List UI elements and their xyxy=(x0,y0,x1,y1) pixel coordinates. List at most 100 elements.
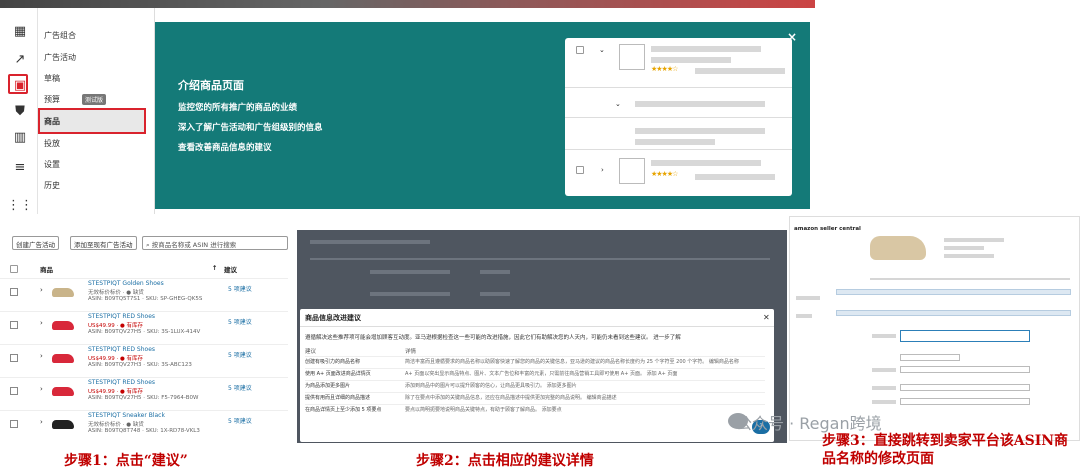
dialog-intro: 遵循解决这些推荐项可能会增加顾客互动度。亚马逊根据检查这一些可能的改进措施，因此… xyxy=(305,335,681,341)
list-icon[interactable]: ≡ xyxy=(11,158,29,176)
placeholder-bar xyxy=(651,46,761,52)
seller-central-edit-page xyxy=(789,216,1080,441)
column-header-suggestion[interactable]: 建议 xyxy=(224,264,237,274)
product-asin: ASIN: B09TQV27H5 · SKU: F5-7964-B0W xyxy=(88,395,199,401)
product-name-field[interactable] xyxy=(900,330,1030,342)
chevron-down-icon: ⌄ xyxy=(599,46,605,54)
banner-line: 深入了解广告活动和广告组级别的信息 xyxy=(178,123,323,133)
suggestion-row[interactable]: 创建有吸引力的商品名称 简洁丰富而且遵循要求的商品名称以助顾客快速了解您的商品的关… xyxy=(305,356,765,365)
shield-icon[interactable]: ⛊ xyxy=(11,102,29,120)
add-to-campaign-button[interactable]: 添加至现有广告活动 xyxy=(70,236,137,250)
column-header-suggestion: 建议 xyxy=(305,349,317,355)
row-checkbox[interactable] xyxy=(10,354,18,362)
suggestion-name: 在商品详情页上至少添加 5 项要点 xyxy=(305,407,382,413)
suggestion-link[interactable]: 5 项建议 xyxy=(228,317,252,326)
chevron-right-icon[interactable]: › xyxy=(40,418,43,426)
placeholder-bar xyxy=(480,270,510,274)
product-asin: ASIN: B09TQ5T7S1 · SKU: SP-GHEG-QK5S xyxy=(88,296,203,302)
row-checkbox[interactable] xyxy=(10,387,18,395)
product-title[interactable]: STESTPIQT RED Shoes xyxy=(88,379,155,386)
product-thumbnail xyxy=(52,420,74,429)
product-title[interactable]: STESTPIQT RED Shoes xyxy=(88,346,155,353)
suggestion-link[interactable]: 5 项建议 xyxy=(228,383,252,392)
suggestion-detail: 除了在要点中添加的关键商品信息，还应在商品描述中提供更加完整的商品说明。 编辑商… xyxy=(405,395,617,401)
placeholder-bar xyxy=(796,296,820,300)
suggestion-row[interactable]: 为商品添加更多图片 添加到商品中的图片可以提升顾客的信心，让商品更具吸引力。 添加… xyxy=(305,380,765,389)
placeholder-bar xyxy=(651,160,761,166)
illustration-row xyxy=(565,120,792,150)
product-thumbnail xyxy=(52,321,74,330)
placeholder-bar xyxy=(695,68,785,74)
nav-item-history[interactable]: 历史 xyxy=(44,180,144,191)
dialog-title: 商品信息改进建议 xyxy=(305,314,361,322)
row-checkbox[interactable] xyxy=(10,288,18,296)
product-title[interactable]: STESTPIQT Sneaker Black xyxy=(88,412,165,419)
row-checkbox[interactable] xyxy=(10,321,18,329)
trend-icon[interactable]: ↗ xyxy=(11,50,29,68)
column-header-product[interactable]: 商品 xyxy=(40,264,53,274)
placeholder-bar xyxy=(635,101,765,107)
placeholder-bar xyxy=(796,314,812,318)
nav-item-portfolios[interactable]: 广告组合 xyxy=(44,30,144,41)
rating-stars: ★★★★☆ xyxy=(651,65,678,73)
suggestion-name: 为商品添加更多图片 xyxy=(305,383,351,389)
suggestion-row[interactable]: 使用 A+ 页面改进商品详情页 A+ 页面以突出显示商品特点、图片、文本广告位和丰… xyxy=(305,368,765,377)
text-field[interactable] xyxy=(900,366,1030,373)
chevron-right-icon[interactable]: › xyxy=(40,286,43,294)
text-field[interactable] xyxy=(900,384,1030,391)
product-status: US$49.99 · ● 有库存 xyxy=(88,389,144,395)
close-icon[interactable]: ✕ xyxy=(763,313,770,322)
illustration-row: ⌄ ★★★★☆ xyxy=(565,38,792,88)
divider xyxy=(300,326,774,327)
nav-item-settings[interactable]: 设置 xyxy=(44,159,144,170)
suggestion-row[interactable]: 提供有用而且详细的商品描述 除了在要点中添加的关键商品信息，还应在商品描述中提供更… xyxy=(305,392,765,401)
suggestion-row[interactable]: 在商品详情页上至少添加 5 项要点 要点以简明扼要地说明商品关键特点，有助于顾客了… xyxy=(305,404,765,413)
field-label xyxy=(872,400,896,404)
suggestion-detail: 添加到商品中的图片可以提升顾客的信心，让商品更具吸引力。 添加更多图片 xyxy=(405,383,577,389)
suggestion-link[interactable]: 5 项建议 xyxy=(228,284,252,293)
tab-bar[interactable] xyxy=(870,278,1070,280)
product-thumbnail xyxy=(52,354,74,363)
select-all-checkbox[interactable] xyxy=(10,265,18,273)
nav-item-products[interactable]: 商品 xyxy=(44,116,144,127)
sort-arrow-icon[interactable]: ↑ xyxy=(212,264,217,272)
product-title[interactable]: STESTPIQT RED Shoes xyxy=(88,313,155,320)
nav-item-budgets[interactable]: 预算 测试版 xyxy=(44,94,144,105)
beta-badge: 测试版 xyxy=(82,94,107,105)
product-asin: ASIN: B09TQV27H5 · SKU: 3S-1LUX-414V xyxy=(88,329,201,335)
dashboard-icon[interactable]: ▦ xyxy=(11,22,29,40)
text-field[interactable] xyxy=(900,398,1030,405)
grid-icon[interactable]: ⋮⋮ xyxy=(7,196,33,214)
chevron-right-icon[interactable]: › xyxy=(40,319,43,327)
bar-chart-icon[interactable]: ▥ xyxy=(11,128,29,146)
search-input[interactable]: ⌕ 按商品名称或 ASIN 进行搜索 xyxy=(142,236,288,250)
row-checkbox[interactable] xyxy=(10,420,18,428)
banner-title: 介绍商品页面 xyxy=(178,79,244,92)
field-label xyxy=(872,386,896,390)
nav-item-campaigns[interactable]: 广告活动 xyxy=(44,52,144,63)
suggestion-detail: A+ 页面以突出显示商品特点、图片、文本广告位和丰富的元素，只需前往商品营销工具… xyxy=(405,371,678,377)
chevron-down-icon: ⌄ xyxy=(615,100,621,108)
nav-item-drafts[interactable]: 草稿 xyxy=(44,73,144,84)
rating-stars: ★★★★☆ xyxy=(651,170,678,178)
nav-item-targeting[interactable]: 投放 xyxy=(44,138,144,149)
product-title[interactable]: STESTPIQT Golden Shoes xyxy=(88,280,164,287)
step1-caption: 步骤1：点击“建议” xyxy=(64,453,188,469)
suggestion-name: 使用 A+ 页面改进商品详情页 xyxy=(305,371,371,377)
amazon-logo: amazon seller central xyxy=(794,226,861,232)
placeholder-bar xyxy=(635,139,715,145)
banner-illustration-card: ⌄ ★★★★☆ ⌄ › ★★★★☆ xyxy=(565,38,792,196)
placeholder-bar xyxy=(370,270,450,274)
product-image xyxy=(870,236,926,260)
text-field[interactable] xyxy=(900,354,960,361)
chevron-right-icon[interactable]: › xyxy=(40,385,43,393)
suggestion-link[interactable]: 5 项建议 xyxy=(228,416,252,425)
product-thumbnail xyxy=(52,288,74,297)
suggestion-link[interactable]: 5 项建议 xyxy=(228,350,252,359)
create-campaign-button[interactable]: 创建广告活动 xyxy=(12,236,59,250)
placeholder-bar xyxy=(310,240,430,244)
placeholder-bar xyxy=(944,238,1004,242)
field-label xyxy=(872,368,896,372)
placeholder-bar xyxy=(695,174,775,180)
chevron-right-icon[interactable]: › xyxy=(40,352,43,360)
